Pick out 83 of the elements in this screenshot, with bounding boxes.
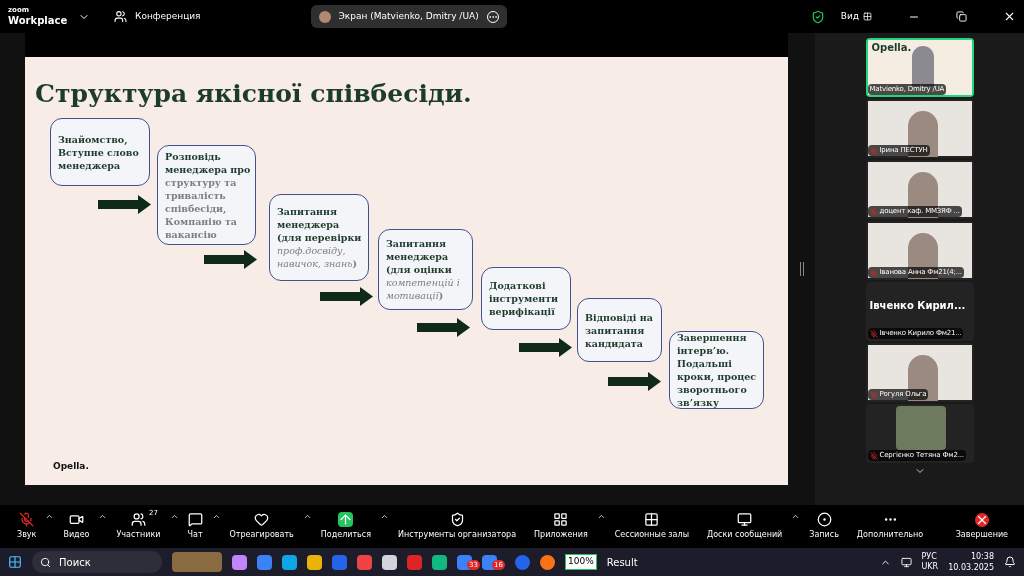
display-icon[interactable] <box>900 556 912 568</box>
arrow-shape <box>98 195 151 214</box>
app-icon[interactable] <box>382 554 397 570</box>
shield-icon <box>810 9 825 24</box>
clock-date: 10.03.2025 <box>948 562 994 573</box>
app-icon[interactable] <box>307 554 322 570</box>
person-silhouette <box>911 46 934 86</box>
brand-text: Workplace <box>8 15 69 27</box>
video-icon <box>68 512 84 527</box>
logo-text: Opella. <box>871 41 912 55</box>
battery-indicator[interactable]: 100% <box>565 554 597 570</box>
step-text: Запитання менеджера (для перевірки проф.досвіду, навичок, знань) <box>277 205 363 270</box>
toolbar-button[interactable]: Звук <box>8 512 46 541</box>
people-icon <box>131 512 146 527</box>
arrow-shape <box>320 287 373 306</box>
app-icon[interactable] <box>432 554 447 570</box>
step-text: Відповіді на запитання кандидата <box>585 310 654 350</box>
step-text: Додаткові інструменти верифікації <box>489 279 560 318</box>
toolbar-button[interactable]: Доски сообщений <box>697 512 792 541</box>
splitter-handle-icon[interactable] <box>799 262 804 276</box>
arrow-shape <box>608 372 661 391</box>
step-text: Завершення інтерв’ю. Подальші кроки, процес зворотнього зв’язку <box>677 331 758 409</box>
restore-icon[interactable] <box>956 11 967 22</box>
caret-icon[interactable] <box>45 512 55 521</box>
toolbar-button[interactable]: Поделиться <box>311 512 381 541</box>
heart-icon <box>254 512 270 527</box>
step-text: Розповідь менеджера про структуру та тривалість співбесіди, Компанію та вакансію <box>165 149 252 241</box>
close-icon <box>974 512 989 527</box>
search-field[interactable]: Поиск <box>32 551 162 573</box>
share-label: Экран (Matvienko, Dmitry /UA) <box>338 9 479 23</box>
rooms-icon <box>644 512 660 527</box>
app-icon[interactable] <box>540 554 555 570</box>
toolbar-button[interactable]: Запись <box>800 512 848 541</box>
app-icon[interactable] <box>482 554 497 570</box>
clock-time: 10:38 <box>970 551 994 562</box>
notifications-icon[interactable] <box>1004 556 1016 568</box>
toolbar-button[interactable]: Дополнительно <box>847 512 933 541</box>
toolbar-button[interactable]: Видео <box>54 512 99 541</box>
toolbar-button[interactable]: Сессионные залы <box>605 512 698 541</box>
participant-display-name: Івченко Кирил... <box>869 299 966 313</box>
app-button[interactable]: Result <box>606 554 638 570</box>
board-icon <box>737 512 753 527</box>
step-text: Знайомство, Вступне слово менеджера <box>58 132 140 172</box>
caret-icon[interactable] <box>380 512 390 521</box>
zoom-app-icon[interactable] <box>515 554 530 570</box>
step-text: Запитання менеджера (для оцінки компетенцій і мотивації) <box>386 237 461 302</box>
mic-icon <box>19 512 35 527</box>
layout-icon[interactable] <box>863 12 872 21</box>
close-icon[interactable] <box>1003 10 1016 23</box>
arrow-shape <box>417 318 470 337</box>
caret-icon[interactable] <box>211 512 221 521</box>
toolbar-button[interactable]: Инструменты организатора <box>389 512 526 541</box>
caret-icon[interactable] <box>596 512 606 521</box>
share-icon <box>338 512 354 527</box>
slide-footer-logo: Opella. <box>53 460 89 473</box>
apps-icon <box>553 512 569 527</box>
caret-icon[interactable] <box>98 512 108 521</box>
meeting-title: Конференция <box>135 9 201 23</box>
keyboard-layout[interactable]: UKR <box>921 562 939 572</box>
arrow-shape <box>204 250 257 269</box>
toolbar-button[interactable]: Чат <box>178 512 212 541</box>
caret-icon[interactable] <box>791 512 801 521</box>
end-meeting-button[interactable]: Завершение <box>947 512 1016 541</box>
chat-icon <box>187 512 203 527</box>
caret-icon[interactable] <box>302 512 312 521</box>
video-placeholder <box>895 406 946 450</box>
language-indicator[interactable]: РУС <box>921 552 939 562</box>
toolbar-button[interactable]: Отреагировать <box>220 512 303 541</box>
person-silhouette <box>907 355 938 401</box>
shield-icon <box>449 512 465 527</box>
avatar-icon <box>318 10 331 23</box>
slide-title: Структура якісної співбесіди. <box>35 78 472 110</box>
search-icon <box>40 556 51 568</box>
toolbar-button[interactable]: Приложения <box>525 512 597 541</box>
caret-icon[interactable] <box>169 512 179 521</box>
app-icon[interactable] <box>232 554 247 570</box>
view-button[interactable]: Вид <box>840 9 859 24</box>
record-icon <box>816 512 832 527</box>
app-icon[interactable] <box>282 554 297 570</box>
people-icon <box>114 10 127 23</box>
start-icon[interactable] <box>8 555 22 569</box>
arrow-shape <box>519 338 572 357</box>
screen-share-pill[interactable]: Экран (Matvienko, Dmitry /UA) <box>310 5 507 28</box>
